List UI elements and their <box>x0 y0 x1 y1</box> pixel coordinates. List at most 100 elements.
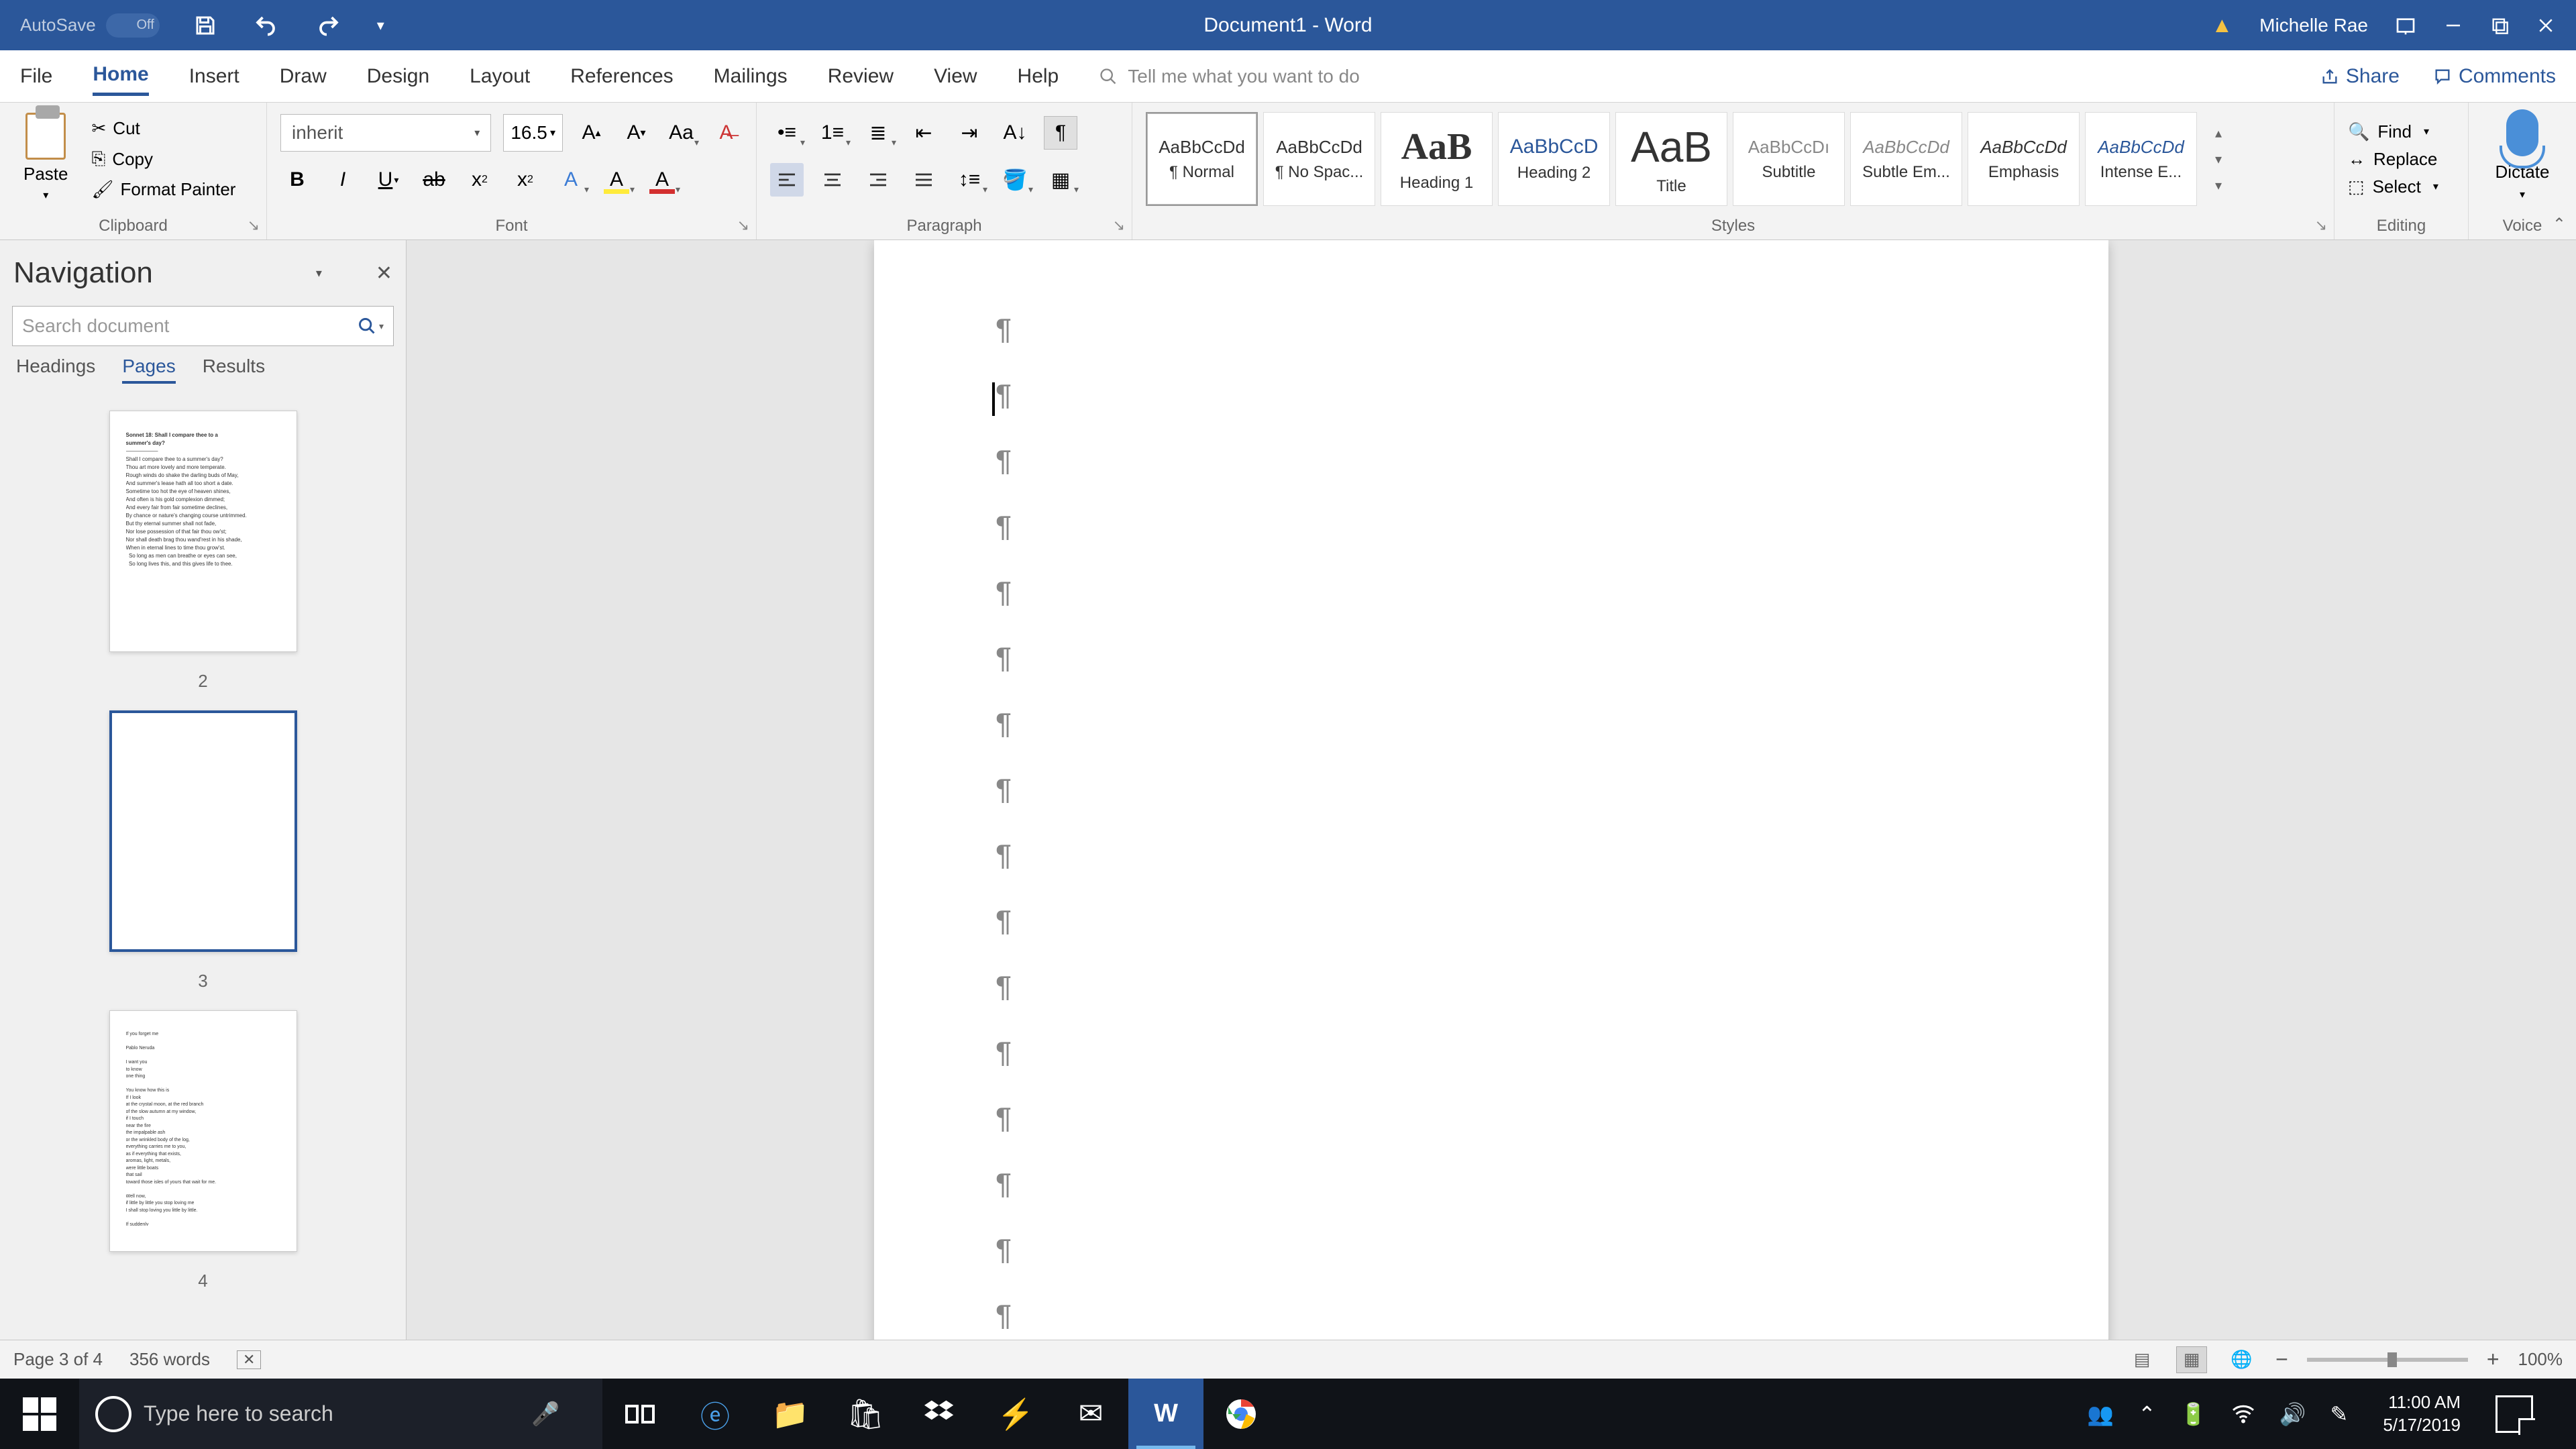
change-case-button[interactable]: Aa▾ <box>665 116 698 150</box>
spell-check-icon[interactable]: ✕ <box>237 1350 261 1369</box>
maximize-button[interactable] <box>2490 16 2509 35</box>
style--normal[interactable]: AaBbCcDd¶ Normal <box>1146 112 1258 206</box>
search-icon[interactable]: ▾ <box>358 317 384 335</box>
document-scroll-area[interactable]: ¶¶¶¶¶¶¶¶¶¶¶¶¶¶¶¶¶¶ <box>407 240 2576 1340</box>
text-effects-button[interactable]: A▾ <box>554 163 588 197</box>
clipboard-dialog-launcher[interactable]: ↘ <box>248 217 260 234</box>
style-subtitle[interactable]: AaBbCcDıSubtitle <box>1733 112 1845 206</box>
style-subtle-em-[interactable]: AaBbCcDdSubtle Em... <box>1850 112 1962 206</box>
zoom-out-button[interactable]: − <box>2275 1347 2288 1372</box>
tab-draw[interactable]: Draw <box>280 58 327 95</box>
nav-search-input[interactable] <box>22 315 329 337</box>
format-painter-button[interactable]: 🖌Format Painter <box>92 179 236 200</box>
select-button[interactable]: ⬚Select▾ <box>2348 176 2455 197</box>
taskbar-mail[interactable]: ✉ <box>1053 1379 1128 1449</box>
align-center-button[interactable] <box>816 163 849 197</box>
style-heading-2[interactable]: AaBbCcDHeading 2 <box>1498 112 1610 206</box>
page-thumbnail-3[interactable] <box>109 710 297 952</box>
tab-mailings[interactable]: Mailings <box>714 58 788 95</box>
zoom-in-button[interactable]: + <box>2487 1347 2500 1372</box>
tab-insert[interactable]: Insert <box>189 58 239 95</box>
paragraph-dialog-launcher[interactable]: ↘ <box>1113 217 1125 234</box>
redo-icon[interactable] <box>314 13 343 38</box>
comments-button[interactable]: Comments <box>2433 58 2556 95</box>
dictate-button[interactable]: Dictate ▾ <box>2482 109 2563 201</box>
clock[interactable]: 11:00 AM 5/17/2019 <box>2372 1391 2471 1437</box>
nav-tab-headings[interactable]: Headings <box>16 356 95 384</box>
ribbon-display-options-icon[interactable] <box>2395 15 2416 36</box>
wifi-icon[interactable] <box>2231 1402 2255 1426</box>
taskbar-word[interactable]: W <box>1128 1379 1203 1449</box>
taskbar-search[interactable]: 🎤 <box>79 1379 602 1449</box>
taskbar-file-explorer[interactable]: 📁 <box>753 1379 828 1449</box>
battery-icon[interactable]: 🔋 <box>2180 1401 2207 1427</box>
bold-button[interactable]: B <box>280 163 314 197</box>
replace-button[interactable]: ↔Replace <box>2348 149 2455 170</box>
tab-design[interactable]: Design <box>367 58 429 95</box>
copy-button[interactable]: ⎘Copy <box>92 148 236 170</box>
italic-button[interactable]: I <box>326 163 360 197</box>
style--no-spac-[interactable]: AaBbCcDd¶ No Spac... <box>1263 112 1375 206</box>
page-thumbnail-2[interactable]: Sonnet 18: Shall I compare thee to asumm… <box>109 411 297 652</box>
taskbar-lightning[interactable]: ⚡ <box>978 1379 1053 1449</box>
tab-home[interactable]: Home <box>93 56 148 96</box>
share-button[interactable]: Share <box>2320 58 2400 95</box>
style-title[interactable]: AaBTitle <box>1615 112 1727 206</box>
page-thumbnail-4[interactable]: If you forget mePablo NerudaI want youto… <box>109 1010 297 1252</box>
print-layout-button[interactable]: ▦ <box>2176 1346 2207 1373</box>
warning-icon[interactable]: ▲ <box>2211 13 2233 38</box>
show-hide-button[interactable]: ¶ <box>1044 116 1077 150</box>
task-view-button[interactable] <box>602 1379 678 1449</box>
nav-options-button[interactable]: ▾ <box>316 266 322 280</box>
justify-button[interactable] <box>907 163 941 197</box>
align-left-button[interactable] <box>770 163 804 197</box>
sort-button[interactable]: A↓ <box>998 116 1032 150</box>
autosave-switch[interactable]: Off <box>106 13 160 38</box>
font-size-combo[interactable]: 16.5▾ <box>503 114 563 152</box>
status-page[interactable]: Page 3 of 4 <box>13 1349 103 1370</box>
style-heading-1[interactable]: AaBHeading 1 <box>1381 112 1493 206</box>
read-mode-button[interactable]: ▤ <box>2127 1346 2157 1373</box>
style-emphasis[interactable]: AaBbCcDdEmphasis <box>1968 112 2080 206</box>
pen-icon[interactable]: ✎ <box>2330 1401 2349 1427</box>
taskbar-search-input[interactable] <box>144 1401 519 1426</box>
nav-tab-pages[interactable]: Pages <box>122 356 175 384</box>
zoom-value[interactable]: 100% <box>2518 1349 2563 1370</box>
notifications-button[interactable] <box>2496 1395 2533 1433</box>
underline-button[interactable]: U▾ <box>372 163 405 197</box>
styles-more-button[interactable]: ▴▾▾ <box>2202 112 2235 206</box>
decrease-indent-button[interactable]: ⇤ <box>907 116 941 150</box>
multilevel-list-button[interactable]: ≣▾ <box>861 116 895 150</box>
font-name-combo[interactable]: inherit▾ <box>280 114 491 152</box>
tell-me-search[interactable]: Tell me what you want to do <box>1099 66 1360 87</box>
shrink-font-button[interactable]: A▾ <box>620 116 653 150</box>
volume-icon[interactable]: 🔊 <box>2279 1401 2306 1427</box>
tab-view[interactable]: View <box>934 58 977 95</box>
tab-file[interactable]: File <box>20 58 52 95</box>
username-label[interactable]: Michelle Rae <box>2259 15 2368 36</box>
autosave-toggle[interactable]: AutoSave Off <box>20 13 160 38</box>
microphone-icon[interactable]: 🎤 <box>531 1401 559 1428</box>
line-spacing-button[interactable]: ↕≡▾ <box>953 163 986 197</box>
font-color-button[interactable]: A▾ <box>645 163 679 197</box>
style-intense-e-[interactable]: AaBbCcDdIntense E... <box>2085 112 2197 206</box>
borders-button[interactable]: ▦▾ <box>1044 163 1077 197</box>
shading-button[interactable]: 🪣▾ <box>998 163 1032 197</box>
zoom-slider[interactable] <box>2307 1358 2468 1362</box>
paste-button[interactable]: Paste ▾ <box>13 109 78 209</box>
superscript-button[interactable]: x2 <box>508 163 542 197</box>
nav-close-button[interactable]: ✕ <box>376 262 392 285</box>
close-button[interactable] <box>2536 15 2556 36</box>
nav-search-box[interactable]: ▾ <box>12 306 394 346</box>
find-button[interactable]: 🔍Find▾ <box>2348 121 2455 142</box>
bullets-button[interactable]: •≡▾ <box>770 116 804 150</box>
subscript-button[interactable]: x2 <box>463 163 496 197</box>
tab-help[interactable]: Help <box>1018 58 1059 95</box>
people-icon[interactable]: 👥 <box>2087 1401 2114 1427</box>
minimize-button[interactable] <box>2443 15 2463 36</box>
tab-references[interactable]: References <box>570 58 673 95</box>
nav-tab-results[interactable]: Results <box>203 356 265 384</box>
tray-chevron-up-icon[interactable]: ⌃ <box>2138 1401 2156 1427</box>
grow-font-button[interactable]: A▴ <box>575 116 608 150</box>
increase-indent-button[interactable]: ⇥ <box>953 116 986 150</box>
